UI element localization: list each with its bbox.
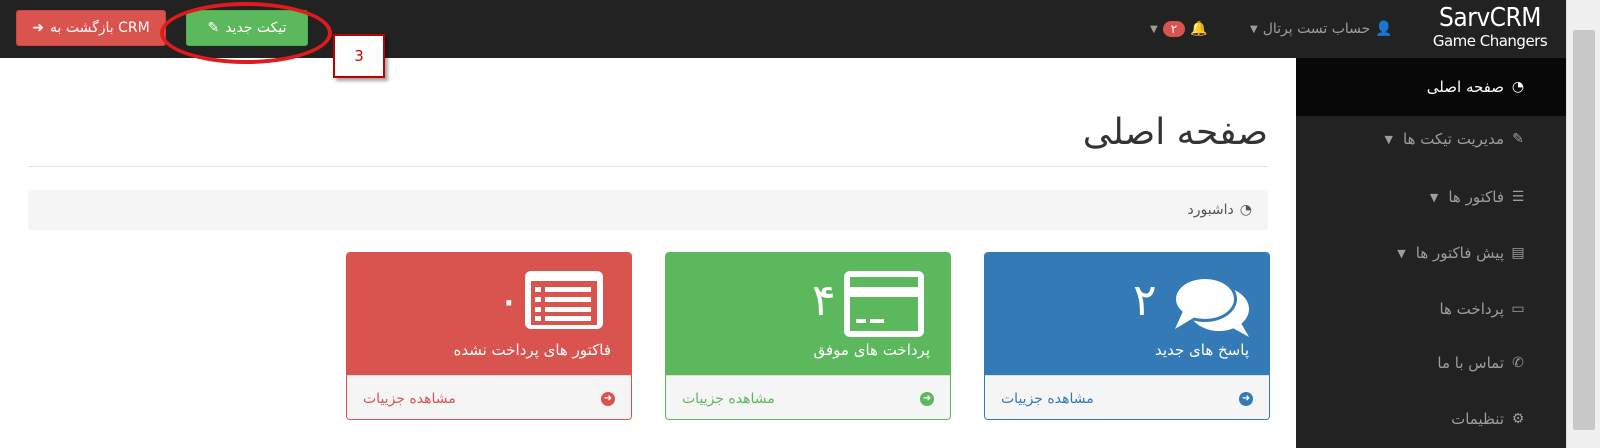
view-details-label: مشاهده جزییات	[682, 390, 775, 407]
sidebar-item-label: پیش فاکتور ها	[1415, 244, 1504, 262]
sidebar-item-label: تماس با ما	[1437, 354, 1504, 372]
card-count: ۰	[497, 275, 521, 326]
sidebar-item-invoices[interactable]: ☰ فاکتور ها ▼	[1296, 168, 1566, 226]
sidebar-item-contact[interactable]: ✆ تماس با ما	[1296, 334, 1566, 392]
caret-down-icon: ▼	[1384, 132, 1393, 146]
breadcrumb-label: داشبورد	[1187, 202, 1234, 218]
notifications-dropdown[interactable]: ▼ ۲ 🔔	[1150, 0, 1208, 58]
sidebar-item-home[interactable]: ◔ صفحه اصلی	[1296, 58, 1566, 116]
view-details-link[interactable]: ➜ مشاهده جزییات	[985, 375, 1269, 419]
ticket-icon: ✎	[1512, 131, 1524, 147]
bell-icon: 🔔	[1190, 21, 1208, 37]
page-title: صفحه اصلی	[1082, 112, 1268, 153]
dashboard-icon: ◔	[1239, 202, 1252, 218]
list-alt-icon: ☰	[1511, 189, 1525, 205]
sidebar-item-label: پرداخت ها	[1439, 300, 1504, 318]
sidebar-item-settings[interactable]: ⚙ تنظیمات	[1296, 390, 1566, 448]
view-details-link[interactable]: ➜ مشاهده جزییات	[347, 375, 631, 419]
logo-text: SarvCRM	[1439, 3, 1541, 33]
card-label: پرداخت های موفق	[813, 341, 930, 359]
notification-badge: ۲	[1162, 21, 1186, 37]
card-count: ۲	[1133, 275, 1157, 326]
account-dropdown[interactable]: ▼ حساب تست پرتال 👤	[1250, 0, 1393, 58]
view-details-label: مشاهده جزییات	[363, 390, 456, 407]
view-details-label: مشاهده جزییات	[1001, 390, 1094, 407]
new-replies-card: ۲ پاسخ های جدید ➜ مشاهده جزییات	[984, 252, 1270, 420]
arrow-circle-right-icon: ➜	[1239, 391, 1253, 406]
card-header: ۰ فاکتور های پرداخت نشده	[347, 253, 631, 375]
sidebar: ◔ صفحه اصلی ✎ مدیریت تیکت ها ▼ ☰ فاکتور …	[1296, 58, 1566, 448]
caret-down-icon: ▼	[1250, 23, 1258, 35]
caret-down-icon: ▼	[1150, 23, 1158, 35]
sidebar-item-label: فاکتور ها	[1448, 188, 1504, 206]
credit-card-icon	[844, 271, 924, 337]
highlight-ellipse	[160, 2, 332, 64]
sidebar-item-label: مدیریت تیکت ها	[1403, 130, 1504, 148]
card-label: پاسخ های جدید	[1155, 341, 1249, 359]
sidebar-item-label: صفحه اصلی	[1426, 78, 1504, 96]
scrollbar-thumb[interactable]	[1573, 30, 1595, 430]
dashboard-icon: ◔	[1511, 79, 1525, 95]
card-header: ۲ پاسخ های جدید	[985, 253, 1269, 375]
account-name: حساب تست پرتال	[1262, 21, 1371, 37]
sidebar-item-proforma[interactable]: ▤ پیش فاکتور ها ▼	[1296, 224, 1566, 282]
step-callout: 3	[333, 34, 385, 78]
vertical-scrollbar[interactable]	[1566, 0, 1600, 448]
sidebar-item-tickets[interactable]: ✎ مدیریت تیکت ها ▼	[1296, 110, 1566, 168]
sidebar-item-payments[interactable]: ▭ پرداخت ها	[1296, 280, 1566, 338]
title-divider	[28, 166, 1268, 167]
unpaid-invoices-card: ۰ فاکتور های پرداخت نشده ➜ مشاهده جزییات	[346, 252, 632, 420]
credit-card-icon: ▭	[1511, 301, 1525, 317]
card-count: ۴	[812, 275, 836, 326]
view-details-link[interactable]: ➜ مشاهده جزییات	[666, 375, 950, 419]
breadcrumb: ◔ داشبورد	[28, 190, 1268, 230]
sign-out-icon: ➜	[32, 20, 44, 36]
back-to-crm-label: بازگشت به CRM	[50, 20, 150, 36]
file-icon: ▤	[1511, 245, 1525, 261]
list-alt-icon	[525, 271, 603, 329]
arrow-circle-right-icon: ➜	[920, 391, 934, 406]
successful-payments-card: ۴ پرداخت های موفق ➜ مشاهده جزییات	[665, 252, 951, 420]
logo-tagline: Game Changers	[1432, 32, 1548, 50]
sidebar-item-label: تنظیمات	[1451, 410, 1504, 428]
user-icon: 👤	[1375, 21, 1393, 37]
card-label: فاکتور های پرداخت نشده	[453, 341, 611, 359]
back-to-crm-button[interactable]: ➜ بازگشت به CRM	[16, 10, 166, 46]
cogs-icon: ⚙	[1511, 411, 1525, 427]
caret-down-icon: ▼	[1429, 190, 1439, 204]
phone-icon: ✆	[1512, 355, 1524, 371]
sarvcrm-logo[interactable]: SarvCRM Game Changers	[1420, 4, 1560, 56]
card-header: ۴ پرداخت های موفق	[666, 253, 950, 375]
caret-down-icon: ▼	[1397, 246, 1406, 260]
comments-icon	[1173, 276, 1249, 337]
arrow-circle-right-icon: ➜	[601, 391, 615, 406]
